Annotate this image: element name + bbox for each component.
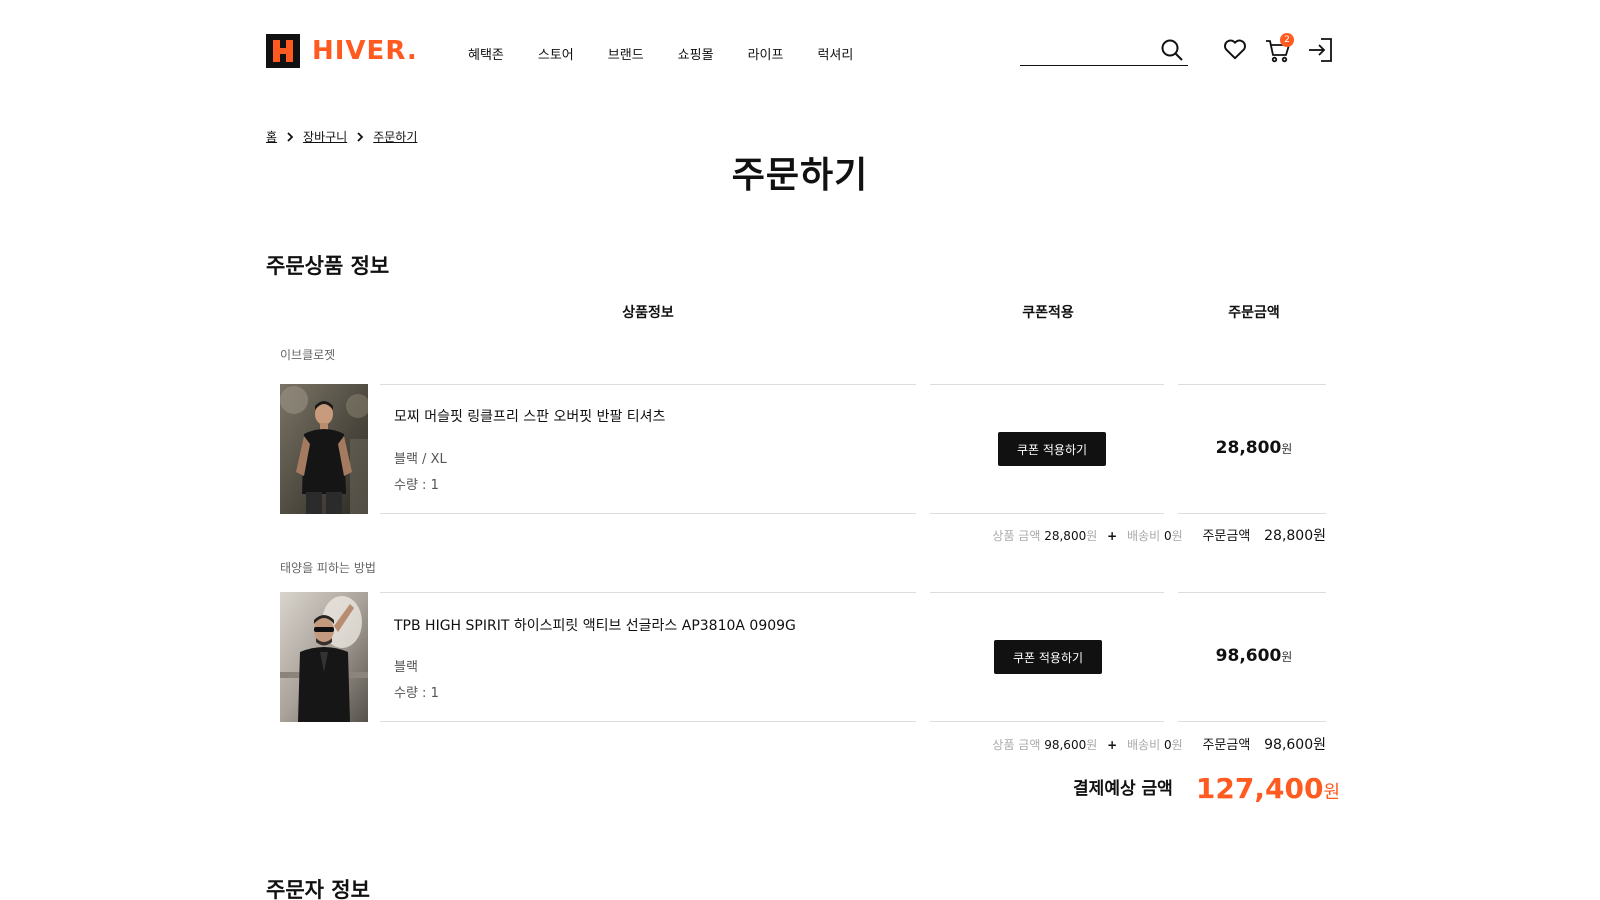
search-input[interactable] bbox=[1020, 36, 1150, 64]
product-option: 블랙 bbox=[394, 660, 418, 675]
cart-icon[interactable]: 2 bbox=[1264, 33, 1294, 68]
orderer-section-title: 주문자 정보 bbox=[266, 878, 370, 900]
shop-name: 이브클로젯 bbox=[280, 348, 336, 362]
product-option: 블랙 / XL bbox=[394, 452, 447, 467]
shop-name: 태양을 피하는 방법 bbox=[280, 561, 376, 575]
item-summary: 상품 금액 98,600원 + 배송비 0원 주문금액 98,600원 bbox=[992, 737, 1326, 753]
total-label: 결제예상 금액 bbox=[1073, 779, 1173, 799]
login-icon[interactable] bbox=[1306, 36, 1334, 68]
logo-mark bbox=[266, 34, 300, 68]
main-nav: 혜택존 스토어 브랜드 쇼핑몰 라이프 럭셔리 bbox=[468, 44, 887, 63]
nav-item-mall[interactable]: 쇼핑몰 bbox=[678, 44, 714, 63]
nav-item-brand[interactable]: 브랜드 bbox=[608, 44, 644, 63]
breadcrumb: 홈 장바구니 주문하기 bbox=[266, 128, 417, 145]
product-name[interactable]: TPB HIGH SPIRIT 하이스피릿 액티브 선글라스 AP3810A 0… bbox=[394, 615, 796, 635]
nav-item-luxury[interactable]: 럭셔리 bbox=[817, 44, 853, 63]
breadcrumb-order[interactable]: 주문하기 bbox=[373, 128, 417, 145]
breadcrumb-cart[interactable]: 장바구니 bbox=[303, 128, 347, 145]
nav-item-life[interactable]: 라이프 bbox=[748, 44, 784, 63]
item-price: 28,800원 bbox=[1215, 438, 1293, 458]
total-amount: 결제예상 금액 127,400원 bbox=[1073, 772, 1340, 805]
page-title: 주문하기 bbox=[731, 155, 869, 196]
chevron-right-icon bbox=[285, 131, 295, 143]
product-image[interactable] bbox=[280, 592, 368, 722]
chevron-right-icon bbox=[355, 131, 365, 143]
logo[interactable]: HIVER. bbox=[266, 34, 418, 68]
cart-count-badge: 2 bbox=[1280, 33, 1294, 47]
product-quantity: 수량 : 1 bbox=[394, 478, 439, 493]
column-header-coupon: 쿠폰적용 bbox=[1022, 305, 1074, 321]
product-quantity: 수량 : 1 bbox=[394, 686, 439, 701]
product-image[interactable] bbox=[280, 384, 368, 514]
search-box bbox=[1020, 36, 1188, 66]
order-section-title: 주문상품 정보 bbox=[266, 254, 390, 278]
total-value: 127,400 bbox=[1195, 772, 1324, 805]
product-name[interactable]: 모찌 머슬핏 링클프리 스판 오버핏 반팔 티셔츠 bbox=[394, 406, 665, 426]
breadcrumb-home[interactable]: 홈 bbox=[266, 128, 277, 145]
column-header-product: 상품정보 bbox=[622, 305, 674, 321]
column-header-price: 주문금액 bbox=[1228, 305, 1280, 321]
item-price: 98,600원 bbox=[1215, 646, 1293, 666]
search-icon[interactable] bbox=[1160, 38, 1184, 66]
apply-coupon-button[interactable]: 쿠폰 적용하기 bbox=[998, 432, 1106, 466]
item-summary: 상품 금액 28,800원 + 배송비 0원 주문금액 28,800원 bbox=[992, 528, 1326, 544]
heart-icon[interactable] bbox=[1222, 36, 1248, 66]
logo-text: HIVER. bbox=[312, 36, 418, 66]
nav-item-store[interactable]: 스토어 bbox=[538, 44, 574, 63]
apply-coupon-button[interactable]: 쿠폰 적용하기 bbox=[994, 640, 1102, 674]
nav-item-benefit[interactable]: 혜택존 bbox=[468, 44, 504, 63]
